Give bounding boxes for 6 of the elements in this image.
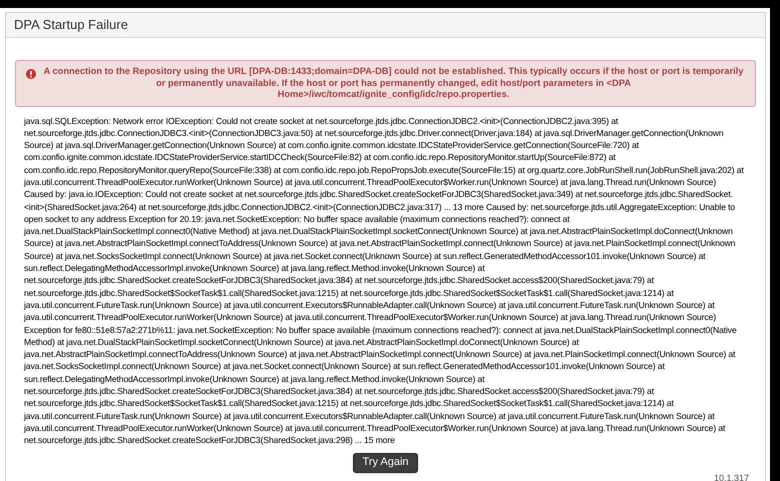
version-label: 10.1.317: [714, 472, 749, 481]
error-message: A connection to the Repository using the URL [DPA-DB:1433;domain=DPA-DB] could not be established. This typically occurs if the host or port is temporarily or permanently unavailable. If the host or port has permanently changed, edit host/port parameters in <DPA Home>/iwc/tomcat/ignite_config/idc/repo.properties.: [42, 66, 744, 100]
stack-trace: java.sql.SQLException: Network error IOException: Could not create socket at net.sourceforge.jtds.jdbc.ConnectionJDBC2.<init>(ConnectionJDBC2.java:395) at net.sourceforge.jtds.jdbc.ConnectionJDBC3.<init>(ConnectionJDBC3.java:50) at net.sourceforge.jtds.jdbc.Driver.connect(Driver.java:184) at java.sql.DriverManager.getConnection(Unknown Source) at java.sql.DriverManager.getConnection(Unknown Source) at com.confio.ignite.common.idcstate.IDCStateProviderService.getConnection(SourceFile:720) at com.confio.ignite.common.idcstate.IDCStateProviderService.startIDCCheck(SourceFile:82) at com.confio.idc.repo.RepositoryMonitor.startUp(SourceFile:872) at com.confio.idc.repo.RepositoryMonitor.queryRepo(SourceFile:338) at com.confio.idc.repo.job.RepoPropsJob.execute(SourceFile:15) at org.quartz.core.JobRunShell.run(JobRunShell.java:202) at java.util.concurrent.ThreadPoolExecutor.runWorker(Unknown Source) at java.util.concurrent.ThreadPoolExecutor$Worker.run(Unknown Source) at java.lang.Thread.run(Unknown Source) Caused by: java.io.IOException: Could not create socket at net.sourceforge.jtds.jdbc.SharedSocket.createSocketForJDBC3(SharedSocket.java:349) at net.sourceforge.jtds.jdbc.SharedSocket.<init>(SharedSocket.java:264) at net.sourceforge.jtds.jdbc.ConnectionJDBC2.<init>(ConnectionJDBC2.java:317) ... 13 more Caused by: net.sourceforge.jtds.util.AggregateException: Unable to open socket to any address Exception for 20.19: java.net.SocketException: No buffer space available (maximum connections reached?): connect at java.net.DualStackPlainSocketImpl.connect0(Native Method) at java.net.DualStackPlainSocketImpl.socketConnect(Unknown Source) at java.net.AbstractPlainSocketImpl.doConnect(Unknown Source) at java.net.AbstractPlainSocketImpl.connectToAddress(Unknown Source) at java.net.AbstractPlainSocketImpl.connect(Unknown Source) at java.net.PlainSocketImpl.connect(Unknown Source) at java.net.SocksSocketImpl.connect(Unknown Source) at java.net.Socket.connect(Unknown Source) at sun.reflect.GeneratedMethodAccessor101.invoke(Unknown Source) at sun.reflect.DelegatingMethodAccessorImpl.invoke(Unknown Source) at java.lang.reflect.Method.invoke(Unknown Source) at net.sourceforge.jtds.jdbc.SharedSocket.createSocketForJDBC3(SharedSocket.java:384) at net.sourceforge.jtds.jdbc.SharedSocket.access$200(SharedSocket.java:79) at net.sourceforge.jtds.jdbc.SharedSocket$SocketTask$1.call(SharedSocket.java:1215) at net.sourceforge.jtds.jdbc.SharedSocket$SocketTask$1.call(SharedSocket.java:1214) at java.util.concurrent.FutureTask.run(Unknown Source) at java.util.concurrent.Executors$RunnableAdapter.call(Unknown Source) at java.util.concurrent.FutureTask.run(Unknown Source) at java.util.concurrent.ThreadPoolExecutor.runWorker(Unknown Source) at java.util.concurrent.ThreadPoolExecutor$Worker.run(Unknown Source) at java.lang.Thread.run(Unknown Source) Exception for fe80::51e8:57a2:271b%11: java.net.SocketException: No buffer space available (maximum connections reached?): connect at java.net.DualStackPlainSocketImpl.connect0(Native Method) at java.net.DualStackPlainSocketImpl.socketConnect(Unknown Source) at java.net.AbstractPlainSocketImpl.doConnect(Unknown Source) at java.net.AbstractPlainSocketImpl.connectToAddress(Unknown Source) at java.net.AbstractPlainSocketImpl.connect(Unknown Source) at java.net.PlainSocketImpl.connect(Unknown Source) at java.net.SocksSocketImpl.connect(Unknown Source) at java.net.Socket.connect(Unknown Source) at sun.reflect.GeneratedMethodAccessor101.invoke(Unknown Source) at sun.reflect.DelegatingMethodAccessorImpl.invoke(Unknown Source) at java.lang.reflect.Method.invoke(Unknown Source) at net.sourceforge.jtds.jdbc.SharedSocket.createSocketForJDBC3(SharedSocket.java:384) at net.sourceforge.jtds.jdbc.SharedSocket.access$200(SharedSocket.java:79) at net.sourceforge.jtds.jdbc.SharedSocket$SocketTask$1.call(SharedSocket.java:1215) at net.sourceforge.jtds.jdbc.SharedSocket$SocketTask$1.call(SharedSocket.java:1214) at java.util.concurrent.FutureTask.run(Unknown Source) at java.util.concurrent.Executors$RunnableAdapter.call(Unknown Source) at java.util.concurrent.FutureTask.run(Unknown Source) at java.util.concurrent.ThreadPoolExecutor.runWorker(Unknown Source) at java.util.concurrent.ThreadPoolExecutor$Worker.run(Unknown Source) at java.lang.Thread.run(Unknown Source) at net.sourceforge.jtds.jdbc.SharedSocket.createSocketForJDBC3(SharedSocket.java:298) ... 15 more: [24, 114, 745, 447]
error-icon: [26, 69, 36, 79]
panel-title: DPA Startup Failure: [14, 16, 128, 34]
try-again-button[interactable]: Try Again: [353, 452, 418, 473]
